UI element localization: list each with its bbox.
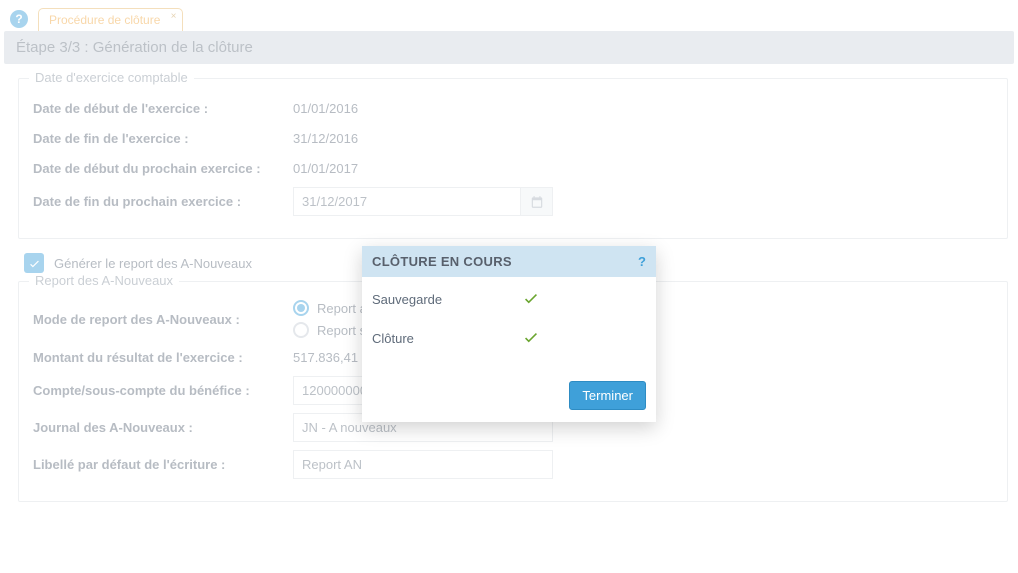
modal-overlay: CLÔTURE EN COURS ? Sauvegarde Clôture Te… xyxy=(0,0,1018,573)
progress-label: Clôture xyxy=(372,331,522,346)
modal-cloture-progress: CLÔTURE EN COURS ? Sauvegarde Clôture Te… xyxy=(362,246,656,422)
modal-help-icon[interactable]: ? xyxy=(638,254,646,269)
finish-button[interactable]: Terminer xyxy=(569,381,646,410)
check-icon xyxy=(522,289,540,310)
check-icon xyxy=(522,328,540,349)
progress-row: Clôture xyxy=(372,328,646,349)
progress-label: Sauvegarde xyxy=(372,292,522,307)
progress-row: Sauvegarde xyxy=(372,289,646,310)
modal-title: CLÔTURE EN COURS xyxy=(372,254,512,269)
